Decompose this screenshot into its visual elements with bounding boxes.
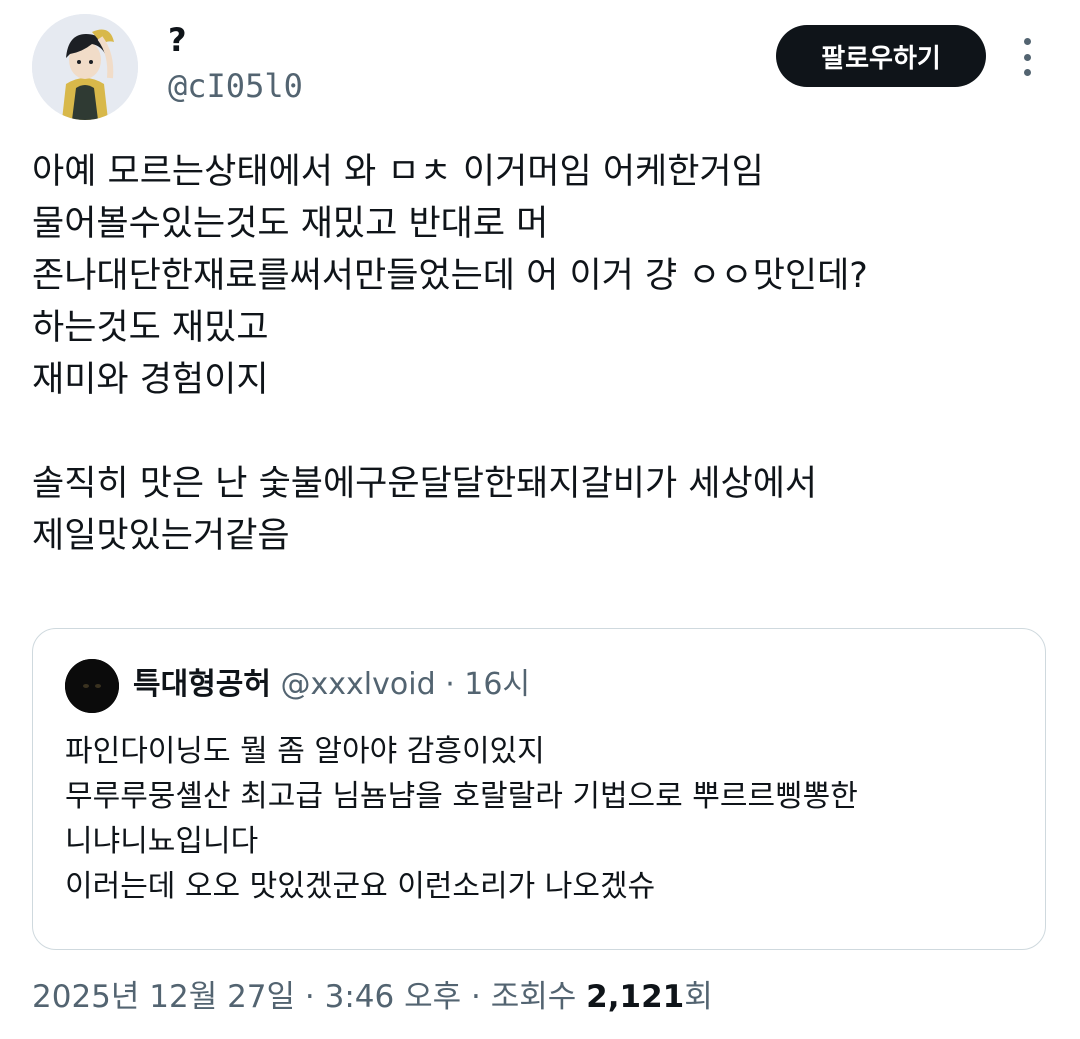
quote-line: 파인다이닝도 뭘 좀 알아야 감흥이있지 bbox=[65, 734, 545, 769]
quoted-tweet-card[interactable]: 특대형공허 @xxxlvoid · 16시 파인다이닝도 뭘 좀 알아야 감흥이… bbox=[32, 628, 1046, 950]
quote-timestamp[interactable]: 16시 bbox=[464, 667, 530, 702]
views-suffix: 회 bbox=[684, 979, 713, 1015]
author-display-name[interactable]: ? bbox=[168, 20, 187, 60]
tweet-line: 존나대단한재료를써서만들었는데 어 이거 걍 ㅇㅇ맛인데? bbox=[32, 256, 868, 296]
tweet-meta: 2025년 12월 27일 · 3:46 오후 · 조회수 2,121회 bbox=[32, 975, 713, 1019]
quote-text: 파인다이닝도 뭘 좀 알아야 감흥이있지 무루루뭉셸산 최고급 님뇸냠을 호랄랄… bbox=[65, 729, 1025, 909]
more-vertical-icon[interactable] bbox=[1012, 38, 1042, 76]
quote-line: 무루루뭉셸산 최고급 님뇸냠을 호랄랄라 기법으로 뿌르르삥뽕한 bbox=[65, 779, 858, 814]
quote-line: 이러는데 오오 맛있겠군요 이런소리가 나오겠슈 bbox=[65, 869, 656, 904]
quote-author-handle[interactable]: @xxxlvoid bbox=[281, 667, 436, 702]
quote-author-name[interactable]: 특대형공허 bbox=[133, 667, 271, 702]
views-label: 조회수 bbox=[490, 979, 577, 1015]
more-dot bbox=[1023, 69, 1031, 76]
quote-separator: · bbox=[445, 667, 455, 702]
tweet-date[interactable]: 2025년 12월 27일 bbox=[32, 979, 295, 1015]
more-dot bbox=[1023, 38, 1031, 45]
tweet-line: 하는것도 재밌고 bbox=[32, 308, 269, 348]
quote-header: 특대형공허 @xxxlvoid · 16시 bbox=[133, 665, 530, 705]
tweet-line: 솔직히 맛은 난 숯불에구운달달한돼지갈비가 세상에서 bbox=[32, 464, 818, 504]
views-count: 2,121 bbox=[586, 979, 685, 1015]
anime-character-avatar-icon bbox=[32, 14, 138, 120]
author-avatar[interactable] bbox=[32, 14, 138, 120]
author-handle[interactable]: @cI05l0 bbox=[168, 66, 303, 106]
meta-separator: · bbox=[304, 979, 315, 1015]
tweet-line: 물어볼수있는것도 재밌고 반대로 머 bbox=[32, 204, 549, 244]
tweet-time[interactable]: 3:46 오후 bbox=[325, 979, 462, 1015]
tweet-line: 재미와 경험이지 bbox=[32, 360, 269, 400]
black-cat-avatar-icon bbox=[65, 659, 119, 713]
quote-author-avatar[interactable] bbox=[65, 659, 119, 713]
follow-button[interactable]: 팔로우하기 bbox=[776, 25, 986, 87]
more-dot bbox=[1023, 53, 1031, 61]
tweet-line: 제일맛있는거같음 bbox=[32, 516, 290, 556]
tweet-text: 아예 모르는상태에서 와 ㅁㅊ 이거머임 어케한거임 물어볼수있는것도 재밌고 … bbox=[32, 146, 1052, 562]
quote-line: 니냐니뇨입니다 bbox=[65, 824, 259, 859]
tweet-line: 아예 모르는상태에서 와 ㅁㅊ 이거머임 어케한거임 bbox=[32, 152, 764, 192]
meta-separator: · bbox=[471, 979, 481, 1015]
